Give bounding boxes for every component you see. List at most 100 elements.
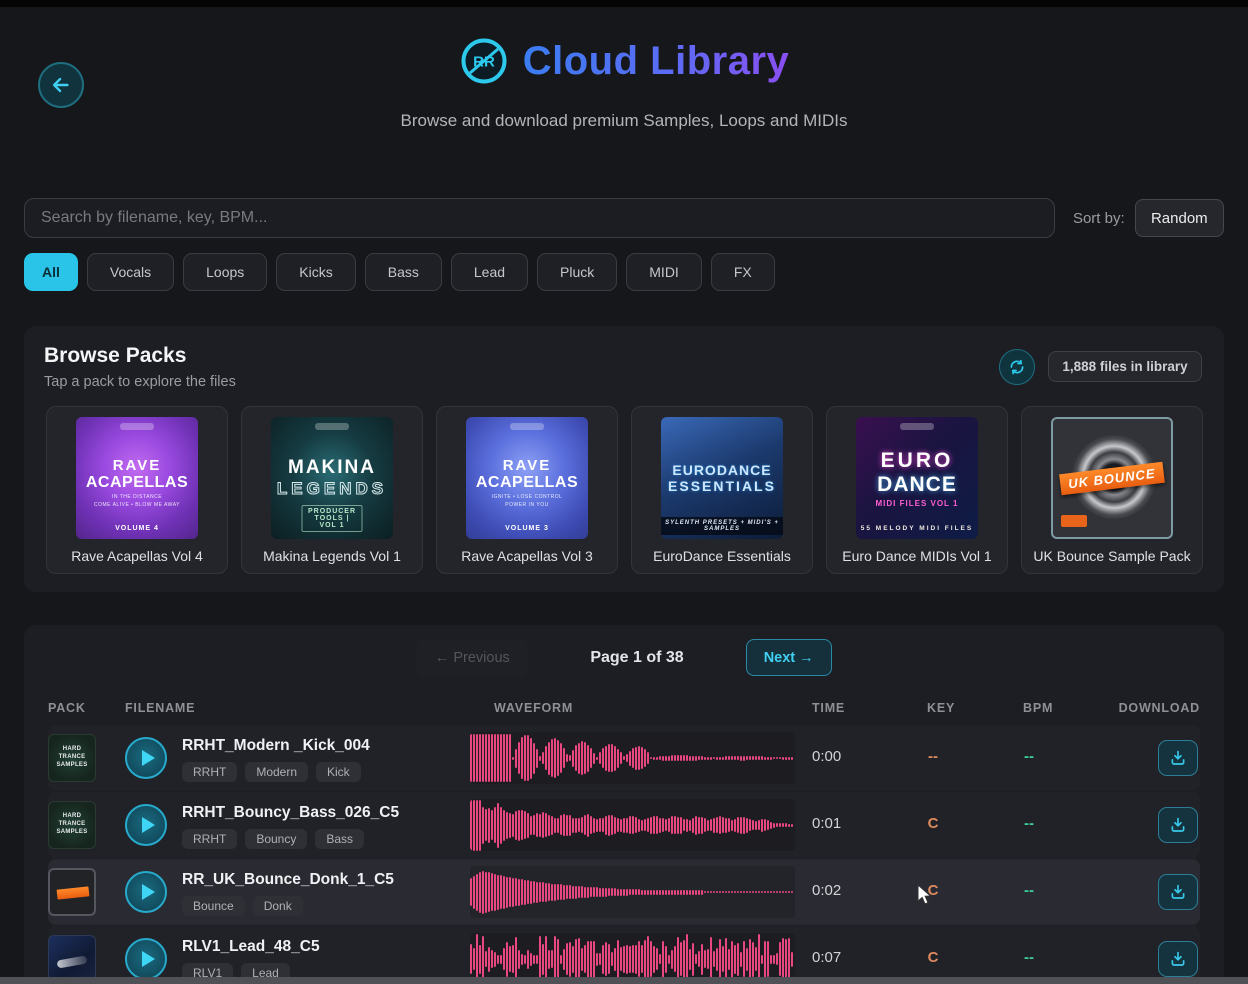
cover-text: LEGENDS [277, 479, 387, 499]
table-row[interactable]: RLV1_Lead_48_C5 RLV1 Lead 0:07 C -- [48, 926, 1200, 978]
pack-name: UK Bounce Sample Pack [1022, 548, 1202, 564]
cover-text: DANCE [877, 473, 957, 497]
cover-text: VOLUME 4 [76, 525, 198, 532]
time-value: 0:00 [812, 748, 841, 765]
download-button[interactable] [1158, 941, 1198, 977]
file-list-panel: ← Previous Page 1 of 38 Next → PACK FILE… [24, 625, 1224, 978]
pack-cover-art: MAKINA LEGENDS PRODUCER TOOLS | VOL 1 [271, 417, 393, 539]
page-title: Cloud Library [523, 39, 790, 84]
download-button[interactable] [1158, 807, 1198, 843]
filter-chip-all[interactable]: All [24, 253, 78, 291]
tag-list: RRHT Bouncy Bass [182, 829, 364, 849]
waveform[interactable] [470, 866, 795, 918]
tag-chip: Bounce [182, 896, 245, 916]
brand-logo-icon: RR [459, 36, 509, 86]
column-header-pack: PACK [48, 701, 86, 715]
cover-label-badge [900, 423, 934, 430]
download-button[interactable] [1158, 740, 1198, 776]
pack-card-rave-acapellas-4[interactable]: RAVE ACAPELLAS IN THE DISTANCE COME ALIV… [46, 406, 228, 574]
filter-chip-midi[interactable]: MIDI [626, 253, 702, 291]
tag-chip: Bouncy [245, 829, 307, 849]
pack-cover-art: EURO DANCE MIDI FILES VOL 1 55 MELODY MI… [856, 417, 978, 539]
pack-cover-art: RAVE ACAPELLAS IGNITE • LOSE CONTROL POW… [466, 417, 588, 539]
pack-name: Rave Acapellas Vol 4 [47, 548, 227, 564]
column-header-key: KEY [927, 701, 955, 715]
table-row[interactable]: HARD TRANCE SAMPLES RRHT_Bouncy_Bass_026… [48, 792, 1200, 858]
play-button[interactable] [125, 871, 167, 913]
sort-button[interactable]: Random [1135, 199, 1224, 237]
play-icon [142, 817, 155, 833]
pack-thumbnail-label: HARD TRANCE SAMPLES [49, 746, 95, 769]
filter-chip-loops[interactable]: Loops [183, 253, 267, 291]
play-button[interactable] [125, 737, 167, 779]
bpm-value: -- [999, 748, 1059, 765]
play-icon [142, 951, 155, 967]
tag-list: RRHT Modern Kick [182, 762, 361, 782]
top-edge [0, 0, 1248, 7]
library-file-count-badge: 1,888 files in library [1048, 351, 1202, 382]
cover-text: COME ALIVE • BLOW ME AWAY [94, 502, 180, 508]
waveform[interactable] [470, 799, 795, 851]
table-header: PACK FILENAME WAVEFORM TIME KEY BPM DOWN… [48, 701, 1200, 721]
refresh-button[interactable] [999, 349, 1035, 385]
pack-thumbnail [48, 868, 96, 916]
table-row[interactable]: HARD TRANCE SAMPLES RRHT_Modern _Kick_00… [48, 725, 1200, 791]
cover-text: 55 MELODY MIDI FILES [856, 525, 978, 532]
pack-card-uk-bounce[interactable]: UK BOUNCE UK Bounce Sample Pack [1021, 406, 1203, 574]
cover-label-badge [510, 423, 544, 430]
waveform[interactable] [470, 933, 795, 978]
key-value: C [903, 815, 963, 832]
cover-text: MAKINA [288, 457, 376, 479]
play-button[interactable] [125, 804, 167, 846]
tag-chip: RLV1 [182, 963, 233, 978]
next-page-button[interactable]: Next → [746, 639, 832, 676]
filter-chip-bass[interactable]: Bass [365, 253, 442, 291]
tag-chip: Lead [241, 963, 290, 978]
download-button[interactable] [1158, 874, 1198, 910]
filter-chip-fx[interactable]: FX [711, 253, 775, 291]
column-header-bpm: BPM [1023, 701, 1053, 715]
filter-chip-lead[interactable]: Lead [451, 253, 528, 291]
previous-page-button[interactable]: ← Previous [416, 639, 528, 676]
sort-by-label: Sort by: [1073, 210, 1125, 227]
filename: RRHT_Modern _Kick_004 [182, 737, 370, 755]
svg-text:RR: RR [473, 54, 495, 71]
cover-text: RAVE [503, 457, 552, 474]
time-value: 0:01 [812, 815, 841, 832]
pack-name: Makina Legends Vol 1 [242, 548, 422, 564]
pack-card-eurodance-essentials[interactable]: EURODANCE ESSENTIALS SYLENTH PRESETS + M… [631, 406, 813, 574]
table-row[interactable]: RR_UK_Bounce_Donk_1_C5 Bounce Donk 0:02 … [48, 859, 1200, 925]
cover-text: RAVE [113, 457, 162, 474]
table-body: HARD TRANCE SAMPLES RRHT_Modern _Kick_00… [48, 725, 1200, 978]
pack-cover-art: RAVE ACAPELLAS IN THE DISTANCE COME ALIV… [76, 417, 198, 539]
column-header-waveform: WAVEFORM [494, 701, 573, 715]
page-status: Page 1 of 38 [590, 649, 683, 667]
tag-list: RLV1 Lead [182, 963, 290, 978]
download-icon [1169, 883, 1187, 901]
pack-name: Euro Dance MIDIs Vol 1 [827, 548, 1007, 564]
column-header-time: TIME [812, 701, 845, 715]
waveform[interactable] [470, 732, 795, 784]
cover-text: IGNITE • LOSE CONTROL [492, 494, 563, 500]
cover-text: PRODUCER TOOLS | VOL 1 [302, 505, 363, 532]
filter-chip-kicks[interactable]: Kicks [276, 253, 355, 291]
pack-name: Rave Acapellas Vol 3 [437, 548, 617, 564]
pack-thumbnail [48, 935, 96, 978]
search-input[interactable] [24, 198, 1055, 238]
pack-thumbnail-label: HARD TRANCE SAMPLES [49, 813, 95, 836]
cover-text: EURO [881, 449, 954, 473]
download-icon [1169, 950, 1187, 968]
bpm-value: -- [999, 882, 1059, 899]
key-value: C [903, 949, 963, 966]
cover-text: SYLENTH PRESETS + MIDI'S + SAMPLES [661, 517, 783, 535]
filter-chip-vocals[interactable]: Vocals [87, 253, 174, 291]
key-value: -- [903, 748, 963, 765]
pack-card-euro-dance-midis-1[interactable]: EURO DANCE MIDI FILES VOL 1 55 MELODY MI… [826, 406, 1008, 574]
pack-card-rave-acapellas-3[interactable]: RAVE ACAPELLAS IGNITE • LOSE CONTROL POW… [436, 406, 618, 574]
filter-chip-pluck[interactable]: Pluck [537, 253, 617, 291]
play-button[interactable] [125, 938, 167, 978]
cover-text: IN THE DISTANCE [112, 494, 162, 500]
pack-card-makina-legends-1[interactable]: MAKINA LEGENDS PRODUCER TOOLS | VOL 1 Ma… [241, 406, 423, 574]
download-icon [1169, 749, 1187, 767]
pack-name: EuroDance Essentials [632, 548, 812, 564]
